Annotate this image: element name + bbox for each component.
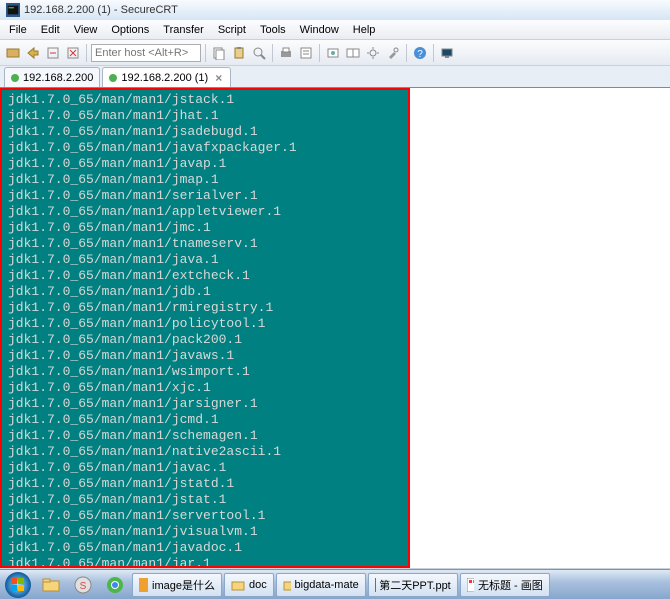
svg-text:S: S [80, 581, 87, 592]
taskbar-item-label: doc [249, 579, 267, 591]
menu-edit[interactable]: Edit [34, 22, 67, 38]
tab-session-1[interactable]: 192.168.2.200 (1) × [102, 67, 231, 87]
toolbar-sessions-icon[interactable] [344, 44, 362, 62]
menu-transfer[interactable]: Transfer [156, 22, 211, 38]
menu-file[interactable]: File [2, 22, 34, 38]
terminal-line: jdk1.7.0_65/man/man1/xjc.1 [8, 380, 402, 396]
toolbar-options-icon[interactable] [324, 44, 342, 62]
menu-window[interactable]: Window [293, 22, 346, 38]
toolbar-find-icon[interactable] [250, 44, 268, 62]
terminal-line: jdk1.7.0_65/man/man1/javaws.1 [8, 348, 402, 364]
terminal-line: jdk1.7.0_65/man/man1/jar.1 [8, 556, 402, 568]
menu-view[interactable]: View [67, 22, 105, 38]
tab-session-0[interactable]: 192.168.2.200 [4, 67, 100, 87]
folder-icon [283, 578, 291, 592]
terminal-line: jdk1.7.0_65/man/man1/jmap.1 [8, 172, 402, 188]
taskbar-item[interactable]: image是什么 [132, 573, 222, 597]
menu-tools[interactable]: Tools [253, 22, 293, 38]
terminal-line: jdk1.7.0_65/man/man1/javafxpackager.1 [8, 140, 402, 156]
terminal-line: jdk1.7.0_65/man/man1/jsadebugd.1 [8, 124, 402, 140]
paint-icon [467, 578, 474, 592]
toolbar-separator [86, 44, 87, 62]
host-input[interactable] [91, 44, 201, 62]
taskbar-item-label: image是什么 [152, 577, 215, 593]
toolbar-separator [406, 44, 407, 62]
terminal-line: jdk1.7.0_65/man/man1/pack200.1 [8, 332, 402, 348]
terminal-line: jdk1.7.0_65/man/man1/jstatd.1 [8, 476, 402, 492]
terminal-line: jdk1.7.0_65/man/man1/wsimport.1 [8, 364, 402, 380]
terminal-line: jdk1.7.0_65/man/man1/javap.1 [8, 156, 402, 172]
taskbar-item-label: 第二天PPT.ppt [379, 577, 451, 593]
toolbar-separator [319, 44, 320, 62]
menu-script[interactable]: Script [211, 22, 253, 38]
taskbar: S image是什么 doc bigdata-mate P第二天PPT.ppt … [0, 569, 670, 599]
taskbar-item-label: 无标题 - 画图 [478, 577, 543, 593]
toolbar-separator [433, 44, 434, 62]
terminal-line: jdk1.7.0_65/man/man1/jarsigner.1 [8, 396, 402, 412]
toolbar-connect-icon[interactable] [4, 44, 22, 62]
terminal-line: jdk1.7.0_65/man/man1/policytool.1 [8, 316, 402, 332]
terminal-line: jdk1.7.0_65/man/man1/native2ascii.1 [8, 444, 402, 460]
toolbar-quickconnect-icon[interactable] [24, 44, 42, 62]
terminal-line: jdk1.7.0_65/man/man1/jstack.1 [8, 92, 402, 108]
taskbar-pin-explorer[interactable] [36, 572, 66, 598]
toolbar-reconnect-icon[interactable] [44, 44, 62, 62]
start-button[interactable] [2, 571, 34, 599]
toolbar: ? [0, 40, 670, 66]
app-icon [6, 3, 20, 17]
toolbar-separator [272, 44, 273, 62]
toolbar-screen-icon[interactable] [438, 44, 456, 62]
titlebar-text: 192.168.2.200 (1) - SecureCRT [24, 4, 178, 16]
sogou-icon [139, 578, 148, 592]
taskbar-item[interactable]: bigdata-mate [276, 573, 366, 597]
toolbar-settings-icon[interactable] [364, 44, 382, 62]
toolbar-tools-icon[interactable] [384, 44, 402, 62]
terminal[interactable]: jdk1.7.0_65/man/man1/jstack.1jdk1.7.0_65… [0, 88, 410, 568]
terminal-line: jdk1.7.0_65/man/man1/jdb.1 [8, 284, 402, 300]
terminal-line: jdk1.7.0_65/man/man1/servertool.1 [8, 508, 402, 524]
status-dot-icon [11, 74, 19, 82]
close-icon[interactable]: × [212, 72, 224, 84]
menu-options[interactable]: Options [104, 22, 156, 38]
toolbar-help-icon[interactable]: ? [411, 44, 429, 62]
taskbar-pin-browser[interactable] [100, 572, 130, 598]
terminal-line: jdk1.7.0_65/man/man1/jstat.1 [8, 492, 402, 508]
tab-label: 192.168.2.200 (1) [121, 72, 208, 84]
menubar: File Edit View Options Transfer Script T… [0, 20, 670, 40]
terminal-line: jdk1.7.0_65/man/man1/jhat.1 [8, 108, 402, 124]
tab-label: 192.168.2.200 [23, 72, 93, 84]
terminal-line: jdk1.7.0_65/man/man1/jcmd.1 [8, 412, 402, 428]
toolbar-paste-icon[interactable] [230, 44, 248, 62]
menu-help[interactable]: Help [346, 22, 383, 38]
toolbar-separator [205, 44, 206, 62]
terminal-line: jdk1.7.0_65/man/man1/jvisualvm.1 [8, 524, 402, 540]
terminal-line: jdk1.7.0_65/man/man1/serialver.1 [8, 188, 402, 204]
terminal-line: jdk1.7.0_65/man/man1/javadoc.1 [8, 540, 402, 556]
toolbar-properties-icon[interactable] [297, 44, 315, 62]
taskbar-item-label: bigdata-mate [295, 579, 359, 591]
status-dot-icon [109, 74, 117, 82]
terminal-line: jdk1.7.0_65/man/man1/javac.1 [8, 460, 402, 476]
toolbar-disconnect-icon[interactable] [64, 44, 82, 62]
terminal-line: jdk1.7.0_65/man/man1/tnameserv.1 [8, 236, 402, 252]
terminal-line: jdk1.7.0_65/man/man1/jmc.1 [8, 220, 402, 236]
terminal-line: jdk1.7.0_65/man/man1/rmiregistry.1 [8, 300, 402, 316]
terminal-line: jdk1.7.0_65/man/man1/extcheck.1 [8, 268, 402, 284]
taskbar-item[interactable]: 无标题 - 画图 [460, 573, 550, 597]
tabbar: 192.168.2.200 192.168.2.200 (1) × [0, 66, 670, 88]
toolbar-print-icon[interactable] [277, 44, 295, 62]
terminal-line: jdk1.7.0_65/man/man1/schemagen.1 [8, 428, 402, 444]
terminal-line: jdk1.7.0_65/man/man1/java.1 [8, 252, 402, 268]
empty-pane [410, 88, 670, 568]
taskbar-pin-app[interactable]: S [68, 572, 98, 598]
folder-icon [231, 578, 245, 592]
terminal-line: jdk1.7.0_65/man/man1/appletviewer.1 [8, 204, 402, 220]
svg-text:?: ? [417, 49, 423, 60]
taskbar-item[interactable]: doc [224, 573, 274, 597]
taskbar-item[interactable]: P第二天PPT.ppt [368, 573, 458, 597]
toolbar-copy-icon[interactable] [210, 44, 228, 62]
titlebar: 192.168.2.200 (1) - SecureCRT [0, 0, 670, 20]
